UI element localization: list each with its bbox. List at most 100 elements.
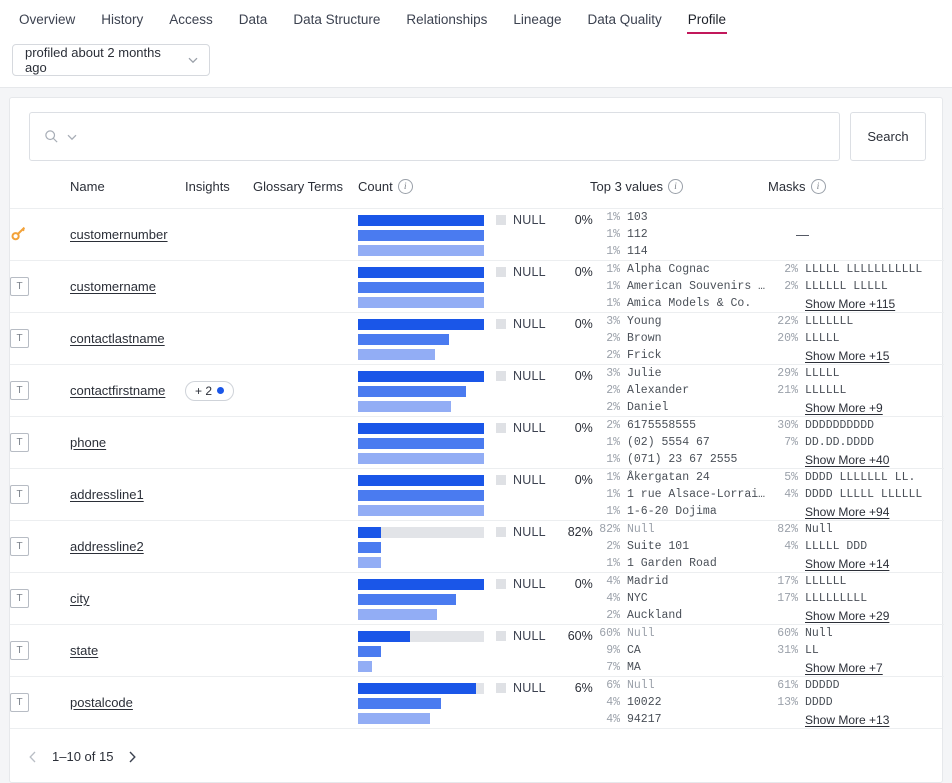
column-name-link[interactable]: addressline2 (70, 539, 144, 554)
column-name-link[interactable]: phone (70, 435, 106, 450)
top-value-percent: 1% (606, 488, 620, 501)
topbar: Overview History Access Data Data Structure R… (0, 0, 952, 88)
show-more-link[interactable]: Show More +15 (805, 348, 944, 364)
row-insights-cell (185, 260, 253, 313)
distribution-bar-fill (358, 348, 435, 360)
column-name-link[interactable]: city (70, 591, 90, 606)
show-more-link[interactable]: Show More +94 (805, 504, 944, 520)
null-indicator: NULL 0% (484, 421, 593, 435)
distribution-bars (358, 422, 484, 464)
mask-percent: 17% (777, 574, 798, 588)
row-type-icon-cell: T (10, 676, 70, 728)
distribution-bar-fill (358, 630, 410, 642)
row-masks-cell: 5% DDDD LLLLLLL LL. 4% DDDD LLLLL LLLLLL Sho… (768, 468, 944, 521)
row-count-cell: NULL 0% (358, 572, 593, 625)
mask-pattern: Null (805, 522, 833, 536)
top-value-text: Amica Models & Co. (627, 297, 752, 310)
distribution-bar (358, 318, 484, 330)
insights-badge[interactable]: + 2 (185, 380, 235, 401)
null-indicator: NULL 6% (484, 681, 593, 695)
null-indicator: NULL 0% (484, 577, 593, 591)
null-swatch-icon (496, 630, 506, 641)
distribution-bar-fill (358, 296, 484, 308)
distribution-bar-fill (358, 712, 430, 724)
tab-overview[interactable]: Overview (6, 8, 88, 38)
pagination-prev-button[interactable] (26, 750, 40, 764)
top-value-percent: 1% (606, 228, 620, 241)
column-name-link[interactable]: contactlastname (70, 331, 165, 346)
top-value-percent: 4% (606, 713, 620, 726)
tab-access[interactable]: Access (156, 8, 226, 38)
distribution-bars (358, 214, 484, 256)
table-row: Tpostalcode NULL 6% 6% Null 4% 10022 4% 94217 61%… (10, 676, 944, 728)
null-swatch-icon (496, 214, 506, 225)
table-row: Tstate NULL 60% 60% Null 9% CA 7% MA 60% Null 31% LL… (10, 624, 944, 677)
row-glossary-cell (253, 208, 358, 261)
null-label: NULL (513, 264, 546, 279)
profile-run-dropdown[interactable]: profiled about 2 months ago (12, 44, 210, 76)
insights-badge-label: + 2 (195, 383, 213, 398)
distribution-bar-fill (358, 318, 484, 330)
distribution-bars (358, 682, 484, 724)
top-value-row: 1% (071) 23 67 2555 (590, 452, 768, 467)
text-type-icon: T (10, 589, 29, 608)
row-masks-cell: — (768, 208, 944, 261)
pagination-next-button[interactable] (125, 750, 139, 764)
column-name-link[interactable]: addressline1 (70, 487, 144, 502)
search-button[interactable]: Search (850, 112, 926, 161)
mask-percent: 4% (784, 539, 798, 553)
top-value-text: MA (627, 661, 641, 674)
info-icon[interactable]: i (668, 179, 683, 194)
search-input[interactable] (85, 112, 825, 161)
show-more-link[interactable]: Show More +7 (805, 660, 944, 676)
show-more-link[interactable]: Show More +40 (805, 452, 944, 468)
show-more-link[interactable]: Show More +13 (805, 712, 944, 728)
column-name-link[interactable]: state (70, 643, 98, 658)
mask-percent: 7% (784, 435, 798, 449)
show-more-link[interactable]: Show More +9 (805, 400, 944, 416)
text-type-icon: T (10, 485, 29, 504)
tab-history[interactable]: History (88, 8, 156, 38)
row-top-values-cell: 3% Young 2% Brown 2% Frick (590, 312, 768, 365)
row-count-cell: NULL 60% (358, 624, 593, 677)
top-value-row: 1% Alpha Cognac (590, 262, 768, 277)
distribution-bar-fill (358, 452, 484, 464)
column-name-link[interactable]: postalcode (70, 695, 133, 710)
tab-profile[interactable]: Profile (675, 8, 739, 38)
info-icon[interactable]: i (810, 179, 826, 194)
null-swatch-icon (496, 422, 506, 433)
null-swatch-icon (496, 318, 506, 329)
distribution-bar-fill (358, 504, 484, 516)
mask-percent: 4% (784, 487, 798, 501)
table-row: customernumber NULL 0% 1% 103 1% 112 1% 114 — (10, 208, 944, 261)
top-value-text: Suite 101 (627, 540, 690, 553)
top-value-row: 1% 114 (590, 244, 768, 259)
text-type-icon: T (10, 693, 29, 712)
tab-data-quality[interactable]: Data Quality (574, 8, 674, 38)
text-type-icon: T (10, 329, 29, 348)
show-more-link[interactable]: Show More +14 (805, 556, 944, 572)
search-box[interactable] (29, 112, 840, 161)
tab-relationships[interactable]: Relationships (393, 8, 500, 38)
distribution-bar (358, 333, 484, 345)
show-more-link[interactable]: Show More +115 (805, 296, 944, 312)
row-insights-cell (185, 624, 253, 677)
row-type-icon-cell: T (10, 624, 70, 677)
column-name-link[interactable]: customernumber (70, 227, 168, 242)
mask-row: 60% Null (768, 626, 944, 641)
row-name-cell: addressline1 (70, 468, 185, 521)
mask-pattern: LL (805, 643, 819, 657)
info-icon[interactable]: i (397, 179, 413, 194)
column-name-link[interactable]: contactfirstname (70, 383, 165, 398)
column-name-link[interactable]: customername (70, 279, 156, 294)
mask-pattern: DDDDD (805, 678, 840, 692)
null-percent: 82% (567, 524, 593, 539)
mask-pattern: DDDD (805, 695, 833, 709)
show-more-link[interactable]: Show More +29 (805, 608, 944, 624)
tab-data-structure[interactable]: Data Structure (280, 8, 393, 38)
tab-lineage[interactable]: Lineage (500, 8, 574, 38)
tab-data[interactable]: Data (226, 8, 281, 38)
distribution-bars (358, 370, 484, 412)
distribution-bar (358, 697, 484, 709)
chevron-down-icon[interactable] (66, 131, 78, 143)
